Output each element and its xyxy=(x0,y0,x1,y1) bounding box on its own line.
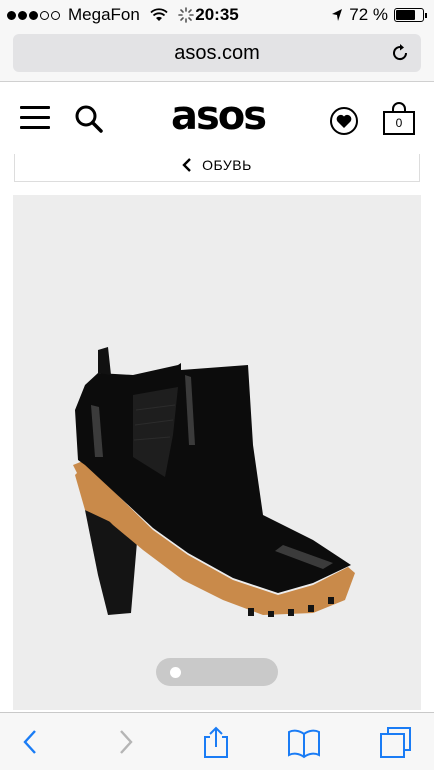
battery-percent: 72 % xyxy=(349,5,388,24)
site-header: asos 0 xyxy=(0,82,434,154)
url-text[interactable]: asos.com xyxy=(13,42,421,65)
asos-logo[interactable]: asos xyxy=(164,96,272,136)
browser-address-area: asos.com xyxy=(0,30,434,82)
chevron-right-icon[interactable] xyxy=(108,725,142,759)
hamburger-icon[interactable] xyxy=(20,106,50,130)
product-image[interactable] xyxy=(13,195,421,710)
battery-level xyxy=(396,10,415,20)
product-photo-boot xyxy=(73,347,355,617)
status-bar: MegaFon 20:35 72 % xyxy=(0,0,434,30)
search-icon[interactable] xyxy=(74,104,104,134)
breadcrumb[interactable]: ОБУВЬ xyxy=(14,154,420,182)
address-bar[interactable]: asos.com xyxy=(13,34,421,72)
browser-toolbar xyxy=(0,712,434,770)
image-pager[interactable] xyxy=(156,658,278,686)
bag-button[interactable]: 0 xyxy=(382,102,416,136)
tabs-icon[interactable] xyxy=(378,725,412,759)
reload-icon[interactable] xyxy=(389,42,411,64)
breadcrumb-label: ОБУВЬ xyxy=(202,157,252,173)
book-icon[interactable] xyxy=(287,725,321,759)
chevron-left-icon xyxy=(182,158,192,172)
share-icon[interactable] xyxy=(199,725,233,759)
pager-dot-active[interactable] xyxy=(170,667,181,678)
heart-icon[interactable] xyxy=(329,106,359,136)
chevron-left-icon[interactable] xyxy=(14,725,48,759)
battery-icon xyxy=(394,8,427,22)
location-arrow-icon xyxy=(332,9,343,21)
bag-count: 0 xyxy=(395,116,403,130)
status-right: 72 % xyxy=(331,5,427,25)
